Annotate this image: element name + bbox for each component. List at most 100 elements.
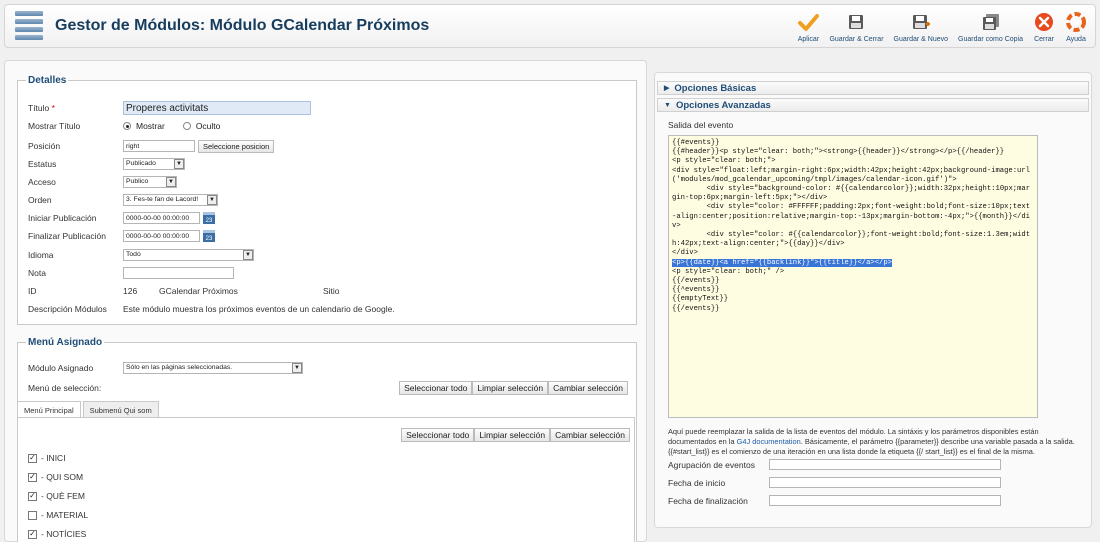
module-assignment-select[interactable]: Sólo en las páginas seleccionadas. ▼ <box>123 362 303 374</box>
details-legend: Detalles <box>28 75 67 86</box>
start-publishing-input[interactable]: 0000-00-00 00:00:00 <box>123 212 200 224</box>
end-publishing-input[interactable]: 0000-00-00 00:00:00 <box>123 230 200 242</box>
access-select[interactable]: Publico ▼ <box>123 176 177 188</box>
hide-radio[interactable]: Oculto <box>182 121 220 131</box>
module-manager-logo-icon <box>15 11 43 43</box>
language-row: Idioma Todo ▼ <box>28 247 254 263</box>
chevron-down-icon: ▼ <box>207 195 217 205</box>
page-header: Gestor de Módulos: Módulo GCalendar Próx… <box>4 4 1096 48</box>
note-label: Nota <box>28 268 46 278</box>
clear-selection-button[interactable]: Limpiar selección <box>472 381 549 395</box>
checkmark-icon <box>797 11 820 33</box>
module-assignment-label: Módulo Asignado <box>28 363 94 373</box>
event-grouping-label: Agrupación de eventos <box>668 459 755 470</box>
toolbar: Aplicar Guardar & Cerrar Guardar & Nuevo… <box>793 9 1091 45</box>
client-value: Sitio <box>323 286 340 296</box>
language-select[interactable]: Todo ▼ <box>123 249 254 261</box>
id-row: ID 126 GCalendar Próximos Sitio <box>28 283 340 299</box>
select-position-button[interactable]: Seleccione posicion <box>198 139 275 153</box>
tab-select-all-button[interactable]: Seleccionar todo <box>401 428 475 442</box>
basic-options-toggle[interactable]: ▶ Opciones Básicas <box>657 81 1089 95</box>
calendar-icon[interactable]: 23 <box>203 212 215 224</box>
show-title-row: Mostrar Título Mostrar Oculto <box>28 118 220 134</box>
checkbox-checked-icon[interactable]: ✓ <box>28 453 37 463</box>
position-input[interactable]: right <box>123 140 195 152</box>
save-close-button[interactable]: Guardar & Cerrar <box>825 9 887 45</box>
save-copy-button[interactable]: Guardar como Copia <box>954 9 1027 45</box>
close-button[interactable]: Cerrar <box>1029 9 1059 45</box>
menu-assignment-legend: Menú Asignado <box>28 337 103 348</box>
show-radio[interactable]: Mostrar <box>123 121 165 131</box>
order-row: Orden 3. Fes-te fan de Lacord! ▼ <box>28 192 218 208</box>
menu-item-material[interactable]: - MATERIAL <box>28 510 88 520</box>
checkbox-checked-icon[interactable]: ✓ <box>28 472 37 482</box>
left-panel: Detalles Título * Properes activitats Mo… <box>4 60 647 542</box>
close-label: Cerrar <box>1034 36 1054 43</box>
end-date-label: Fecha de finalización <box>668 495 748 506</box>
end-publishing-row: Finalizar Publicación 0000-00-00 00:00:0… <box>28 228 215 244</box>
event-output-label: Salida del evento <box>668 120 734 130</box>
access-label: Acceso <box>28 177 56 187</box>
menu-tab-content: Seleccionar todo Limpiar selección Cambi… <box>17 417 635 542</box>
save-close-label: Guardar & Cerrar <box>829 36 884 43</box>
status-row: Estatus Publicado ▼ <box>28 156 185 172</box>
help-label: Ayuda <box>1066 36 1086 43</box>
details-fieldset: Detalles Título * Properes activitats Mo… <box>17 75 637 325</box>
title-row: Título * Properes activitats <box>28 100 311 116</box>
order-select[interactable]: 3. Fes-te fan de Lacord! ▼ <box>123 194 218 206</box>
start-publishing-row: Iniciar Publicación 0000-00-00 00:00:00 … <box>28 210 215 226</box>
start-date-input[interactable] <box>769 477 1001 488</box>
apply-label: Aplicar <box>797 36 820 43</box>
help-icon <box>1065 11 1087 33</box>
event-grouping-input[interactable] <box>769 459 1001 470</box>
module-assignment-row: Módulo Asignado Sólo en las páginas sele… <box>28 360 303 376</box>
start-date-label: Fecha de inicio <box>668 477 726 488</box>
menu-item-que-fem[interactable]: ✓ - QUÈ FEM <box>28 491 85 501</box>
menu-item-inici[interactable]: ✓ - INICI <box>28 453 66 463</box>
description-value: Este módulo muestra los próximos eventos… <box>123 304 395 314</box>
event-output-help: Aquí puede reemplazar la salida de la li… <box>668 427 1075 456</box>
status-label: Estatus <box>28 159 57 169</box>
checkbox-unchecked-icon[interactable] <box>28 510 37 520</box>
note-input[interactable] <box>123 267 234 279</box>
id-value: 126 <box>123 286 138 296</box>
checkbox-checked-icon[interactable]: ✓ <box>28 529 37 539</box>
event-grouping-row: Agrupación de eventos <box>668 459 1001 470</box>
toggle-selection-button[interactable]: Cambiar selección <box>548 381 628 395</box>
menu-selection-row: Menú de selección: Seleccionar todo Limp… <box>28 380 628 396</box>
checkbox-checked-icon[interactable]: ✓ <box>28 491 37 501</box>
order-label: Orden <box>28 195 52 205</box>
position-row: Posición right Seleccione posicion <box>28 138 275 154</box>
title-input[interactable]: Properes activitats <box>123 101 311 115</box>
close-icon <box>1033 11 1055 33</box>
radio-empty-icon <box>182 122 191 130</box>
options-panel: ▶ Opciones Básicas ▼ Opciones Avanzadas … <box>654 72 1092 528</box>
chevron-down-icon: ▼ <box>243 250 253 260</box>
help-button[interactable]: Ayuda <box>1061 9 1091 45</box>
calendar-icon[interactable]: 23 <box>203 230 215 242</box>
status-select[interactable]: Publicado ▼ <box>123 158 185 170</box>
g4j-documentation-link[interactable]: G4J documentation <box>737 437 801 446</box>
id-label: ID <box>28 286 37 296</box>
menu-item-qui-som[interactable]: ✓ - QUI SOM <box>28 472 83 482</box>
menu-item-noticies[interactable]: ✓ - NOTÍCIES <box>28 529 86 539</box>
module-type-value: GCalendar Próximos <box>159 286 238 296</box>
description-label: Descripción Módulos <box>28 304 107 314</box>
select-all-button[interactable]: Seleccionar todo <box>399 381 473 395</box>
event-output-textarea[interactable]: {{#events}} {{#header}}<p style="clear: … <box>668 135 1038 418</box>
position-label: Posición <box>28 141 61 151</box>
apply-button[interactable]: Aplicar <box>793 9 823 45</box>
end-date-input[interactable] <box>769 495 1001 506</box>
title-label: Título * <box>28 103 55 113</box>
save-new-label: Guardar & Nuevo <box>893 36 949 43</box>
save-new-icon <box>910 11 932 33</box>
language-label: Idioma <box>28 250 54 260</box>
note-row: Nota <box>28 265 234 281</box>
end-date-row: Fecha de finalización <box>668 495 1001 506</box>
chevron-down-icon: ▼ <box>166 177 176 187</box>
advanced-options-toggle[interactable]: ▼ Opciones Avanzadas <box>657 98 1089 112</box>
tab-toggle-selection-button[interactable]: Cambiar selección <box>550 428 630 442</box>
tab-clear-selection-button[interactable]: Limpiar selección <box>474 428 551 442</box>
save-new-button[interactable]: Guardar & Nuevo <box>890 9 952 45</box>
start-date-row: Fecha de inicio <box>668 477 1001 488</box>
